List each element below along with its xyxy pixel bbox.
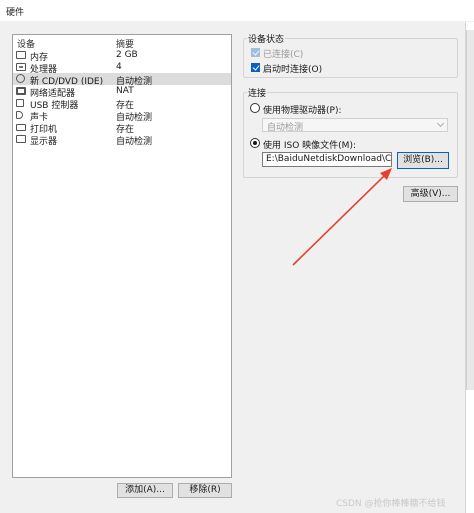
device-summary: 自动检测 <box>116 137 153 147</box>
cpu-icon <box>16 63 26 71</box>
chevron-down-icon <box>436 119 445 128</box>
hardware-dialog: 设备 摘要 内存 2 GB 处理器 4 新 CD/DVD (IDE) 自动检测 … <box>0 22 466 513</box>
connection-title: 连接 <box>247 86 268 99</box>
usb-controller-icon <box>16 99 24 107</box>
device-name: 显示器 <box>30 137 58 147</box>
device-status-title: 设备状态 <box>247 32 286 45</box>
iso-path-value: E:\BaiduNetdiskDownload\Cent <box>266 154 392 164</box>
add-device-button[interactable]: 添加(A)... <box>117 483 173 498</box>
device-list-header: 设备 摘要 <box>13 35 231 50</box>
window-title: 硬件 <box>6 8 25 18</box>
browse-button[interactable]: 浏览(B)... <box>397 152 449 169</box>
title-bar: 硬件 <box>0 0 474 22</box>
display-icon <box>16 135 26 143</box>
device-row-cd-dvd[interactable]: 新 CD/DVD (IDE) 自动检测 <box>13 73 231 87</box>
remove-device-button[interactable]: 移除(R) <box>178 483 232 498</box>
iso-path-field[interactable]: E:\BaiduNetdiskDownload\Cent <box>262 152 392 167</box>
device-summary: 4 <box>116 62 122 72</box>
connect-on-start-label: 启动时连接(O) <box>263 65 323 75</box>
iso-radio[interactable] <box>250 138 260 148</box>
device-row-network[interactable]: 网络适配器 NAT <box>13 85 231 99</box>
device-row-sound[interactable]: 声卡 自动检测 <box>13 109 231 123</box>
physical-drive-label: 使用物理驱动器(P): <box>263 106 342 116</box>
physical-drive-select[interactable]: 自动检测 <box>262 118 448 133</box>
sound-card-icon <box>16 111 23 119</box>
cd-dvd-icon <box>16 74 25 83</box>
watermark: CSDN @抢你棒棒糖不给钱 <box>336 499 446 509</box>
device-row-printer[interactable]: 打印机 存在 <box>13 121 231 135</box>
printer-icon <box>16 124 26 131</box>
device-row-display[interactable]: 显示器 自动检测 <box>13 133 231 147</box>
connected-label: 已连接(C) <box>263 50 304 60</box>
device-row-cpu[interactable]: 处理器 4 <box>13 61 231 75</box>
side-scrollbar[interactable] <box>466 30 474 390</box>
device-summary: 2 GB <box>116 50 138 60</box>
connect-on-start-checkbox[interactable] <box>251 63 260 72</box>
device-row-memory[interactable]: 内存 2 GB <box>13 49 231 63</box>
connected-checkbox[interactable] <box>251 48 260 57</box>
physical-drive-radio[interactable] <box>250 103 260 113</box>
device-row-usb[interactable]: USB 控制器 存在 <box>13 97 231 111</box>
device-summary: NAT <box>116 86 134 96</box>
advanced-button[interactable]: 高级(V)... <box>403 186 458 202</box>
iso-label: 使用 ISO 映像文件(M): <box>263 141 356 151</box>
device-list[interactable]: 设备 摘要 内存 2 GB 处理器 4 新 CD/DVD (IDE) 自动检测 … <box>12 34 232 478</box>
physical-drive-value: 自动检测 <box>267 123 304 133</box>
memory-icon <box>16 51 26 59</box>
network-adapter-icon <box>16 87 26 95</box>
